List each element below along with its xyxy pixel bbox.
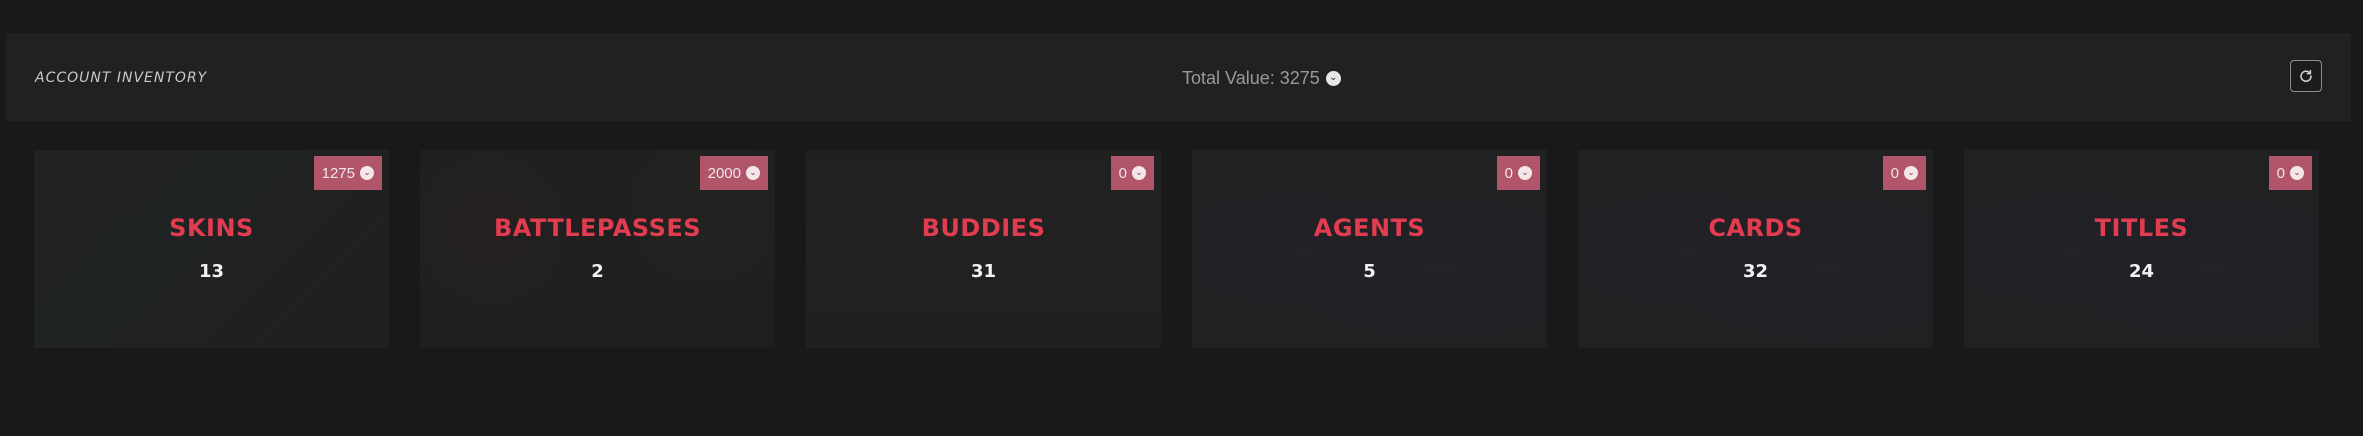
card-title: SKINS: [169, 214, 254, 242]
card-skins[interactable]: 1275 ⌄ SKINS 13: [34, 150, 389, 348]
card-cards[interactable]: 0 ⌄ CARDS 32: [1578, 150, 1933, 348]
badge-value: 0: [1504, 164, 1513, 182]
card-agents[interactable]: 0 ⌄ AGENTS 5: [1192, 150, 1547, 348]
card-title: TITLES: [2094, 214, 2189, 242]
value-badge: 2000 ⌄: [699, 156, 768, 190]
valorant-points-icon: ⌄: [1325, 70, 1341, 86]
card-titles[interactable]: 0 ⌄ TITLES 24: [1964, 150, 2319, 348]
category-cards: 1275 ⌄ SKINS 13 2000 ⌄ BATTLEPASSES 2 0 …: [34, 150, 2319, 348]
value-badge: 0 ⌄: [2268, 156, 2312, 190]
card-title: CARDS: [1708, 214, 1803, 242]
card-count: 32: [1742, 261, 1769, 282]
card-count: 2: [591, 261, 604, 282]
valorant-points-icon: ⌄: [1904, 166, 1918, 180]
value-badge: 0 ⌄: [1110, 156, 1154, 190]
card-count: 31: [970, 261, 997, 282]
badge-value: 1275: [321, 164, 355, 182]
card-count: 24: [2128, 261, 2155, 282]
value-badge: 0 ⌄: [1496, 156, 1540, 190]
badge-value: 0: [1118, 164, 1127, 182]
card-title: AGENTS: [1313, 214, 1426, 242]
valorant-points-icon: ⌄: [2290, 166, 2304, 180]
badge-value: 0: [2276, 164, 2285, 182]
badge-value: 2000: [707, 164, 741, 182]
inventory-header: ACCOUNT INVENTORY Total Value: 3275 ⌄: [6, 33, 2351, 121]
valorant-points-icon: ⌄: [1132, 166, 1146, 180]
total-value-label: Total Value: 3275: [1182, 68, 1320, 88]
valorant-points-icon: ⌄: [1518, 166, 1532, 180]
refresh-icon: [2300, 69, 2312, 82]
value-badge: 0 ⌄: [1882, 156, 1926, 190]
card-battlepasses[interactable]: 2000 ⌄ BATTLEPASSES 2: [420, 150, 775, 348]
card-count: 13: [198, 261, 225, 282]
refresh-button[interactable]: [2290, 60, 2322, 92]
card-buddies[interactable]: 0 ⌄ BUDDIES 31: [806, 150, 1161, 348]
total-value: Total Value: 3275 ⌄: [1182, 64, 1341, 92]
card-title: BUDDIES: [921, 214, 1046, 242]
page-title: ACCOUNT INVENTORY: [35, 70, 208, 86]
badge-value: 0: [1890, 164, 1899, 182]
card-title: BATTLEPASSES: [493, 214, 702, 242]
card-count: 5: [1363, 261, 1376, 282]
valorant-points-icon: ⌄: [360, 166, 374, 180]
valorant-points-icon: ⌄: [746, 166, 760, 180]
value-badge: 1275 ⌄: [313, 156, 382, 190]
